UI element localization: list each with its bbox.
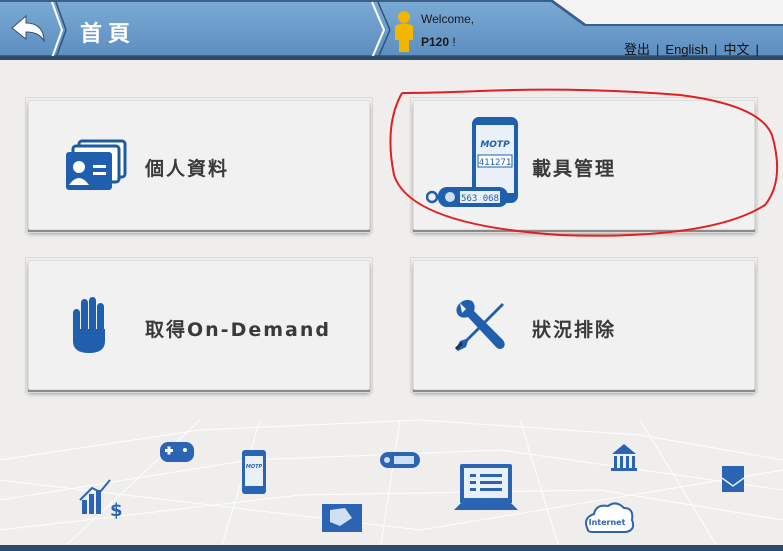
page-title: 首頁 bbox=[80, 21, 137, 47]
user-avatar-icon bbox=[395, 11, 413, 52]
phone-icon: MOTP bbox=[242, 450, 266, 494]
finance-chart-icon: $ bbox=[79, 479, 123, 521]
link-separator: | bbox=[755, 42, 759, 57]
troubleshooting-label: 狀況排除 bbox=[532, 319, 617, 341]
phone-brand: MOTP bbox=[480, 140, 510, 150]
chinese-link[interactable]: 中文 bbox=[723, 42, 749, 57]
link-separator: | bbox=[656, 42, 660, 57]
token-code: 563 068 bbox=[461, 194, 499, 204]
tools-icon bbox=[454, 299, 505, 351]
internet-label: Internet bbox=[589, 518, 626, 527]
user-id-value: P120 bbox=[421, 35, 450, 49]
background-decoration: MOTP $ Internet bbox=[0, 419, 783, 551]
token-icon bbox=[380, 452, 420, 468]
header: 首頁 Welcome, P120 ! 登出 | English | 中文 | bbox=[0, 0, 783, 60]
decor-phone-brand: MOTP bbox=[246, 464, 263, 470]
english-link[interactable]: English bbox=[665, 42, 708, 57]
card-icon bbox=[322, 504, 362, 532]
get-on-demand-label: 取得On-Demand bbox=[145, 319, 331, 341]
welcome-text: Welcome, bbox=[421, 12, 475, 26]
bank-icon bbox=[611, 444, 637, 471]
gamepad-icon bbox=[160, 442, 194, 462]
phone-code: 411271 bbox=[479, 158, 512, 168]
internet-cloud-icon: Internet bbox=[585, 502, 635, 533]
back-button[interactable] bbox=[4, 8, 50, 52]
personal-info-button[interactable]: 個人資料 bbox=[25, 97, 373, 233]
device-management-label: 載具管理 bbox=[532, 158, 617, 180]
link-separator: | bbox=[714, 42, 718, 57]
logout-link[interactable]: 登出 bbox=[624, 42, 650, 57]
hand-stop-icon bbox=[73, 297, 105, 353]
user-id-suffix: ! bbox=[452, 35, 456, 49]
get-on-demand-button[interactable]: 取得On-Demand bbox=[25, 257, 373, 393]
svg-text:$: $ bbox=[110, 500, 123, 521]
app-window: 首頁 Welcome, P120 ! 登出 | English | 中文 | 個人資料 bbox=[0, 0, 783, 551]
troubleshooting-button[interactable]: 狀況排除 bbox=[410, 257, 758, 393]
device-management-button[interactable]: MOTP 411271 563 068 載具管理 bbox=[410, 97, 758, 233]
user-id: P120 ! bbox=[421, 35, 456, 49]
id-cards-icon bbox=[66, 139, 127, 190]
computer-icon bbox=[454, 464, 518, 510]
back-arrow-icon bbox=[11, 14, 45, 43]
mail-icon bbox=[721, 466, 745, 492]
personal-info-label: 個人資料 bbox=[145, 158, 230, 180]
bottom-edge bbox=[0, 545, 783, 551]
motp-device-icon: MOTP 411271 563 068 bbox=[426, 117, 518, 207]
top-links: 登出 | English | 中文 | bbox=[624, 39, 759, 58]
